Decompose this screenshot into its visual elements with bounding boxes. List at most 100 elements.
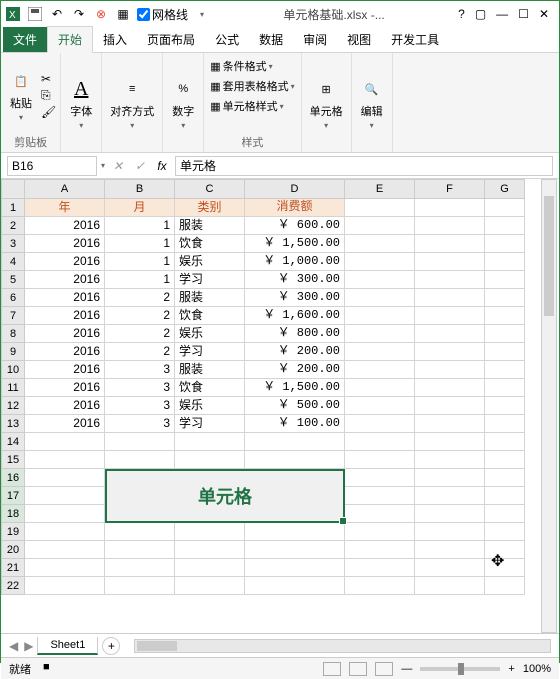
cell-A9[interactable]: 2016 [25, 343, 105, 361]
cell-G18[interactable] [485, 505, 525, 523]
cell-G12[interactable] [485, 397, 525, 415]
col-header-G[interactable]: G [485, 179, 525, 199]
row-header-17[interactable]: 17 [1, 487, 25, 505]
cut-icon[interactable]: ✂ [41, 72, 56, 86]
cell-C6[interactable]: 服装 [175, 289, 245, 307]
sheet-nav-next-icon[interactable]: ▶ [24, 639, 33, 653]
close-doc-icon[interactable]: ⊗ [93, 6, 109, 22]
cell-C19[interactable] [175, 523, 245, 541]
cell-B19[interactable] [105, 523, 175, 541]
cell-C14[interactable] [175, 433, 245, 451]
cell-A5[interactable]: 2016 [25, 271, 105, 289]
cell-E2[interactable] [345, 217, 415, 235]
cell-F22[interactable] [415, 577, 485, 595]
cell-C13[interactable]: 学习 [175, 415, 245, 433]
cell-D9[interactable]: ￥ 200.00 [245, 343, 345, 361]
cell-E12[interactable] [345, 397, 415, 415]
cell-F8[interactable] [415, 325, 485, 343]
row-header-11[interactable]: 11 [1, 379, 25, 397]
cell-G19[interactable] [485, 523, 525, 541]
cell-E7[interactable] [345, 307, 415, 325]
cell-G8[interactable] [485, 325, 525, 343]
page-break-view-icon[interactable] [375, 662, 393, 676]
cell-D6[interactable]: ￥ 300.00 [245, 289, 345, 307]
cell-A16[interactable] [25, 469, 105, 487]
row-header-16[interactable]: 16 [1, 469, 25, 487]
cell-G5[interactable] [485, 271, 525, 289]
cell-E9[interactable] [345, 343, 415, 361]
font-button[interactable]: A字体▾ [65, 75, 97, 132]
cell-E11[interactable] [345, 379, 415, 397]
row-header-3[interactable]: 3 [1, 235, 25, 253]
cell-G6[interactable] [485, 289, 525, 307]
cell-E1[interactable] [345, 199, 415, 217]
tab-pagelayout[interactable]: 页面布局 [137, 27, 205, 52]
row-header-13[interactable]: 13 [1, 415, 25, 433]
cell-F10[interactable] [415, 361, 485, 379]
close-icon[interactable]: ✕ [539, 7, 549, 21]
cell-A14[interactable] [25, 433, 105, 451]
cell-E22[interactable] [345, 577, 415, 595]
cell-E14[interactable] [345, 433, 415, 451]
normal-view-icon[interactable] [323, 662, 341, 676]
cell-F16[interactable] [415, 469, 485, 487]
hscroll-thumb[interactable] [137, 641, 177, 651]
cell-E13[interactable] [345, 415, 415, 433]
col-header-A[interactable]: A [25, 179, 105, 199]
col-header-E[interactable]: E [345, 179, 415, 199]
name-box-dropdown-icon[interactable]: ▾ [101, 161, 105, 170]
cell-C11[interactable]: 饮食 [175, 379, 245, 397]
row-header-18[interactable]: 18 [1, 505, 25, 523]
cell-B21[interactable] [105, 559, 175, 577]
cell-F21[interactable] [415, 559, 485, 577]
cell-D5[interactable]: ￥ 300.00 [245, 271, 345, 289]
cell-A11[interactable]: 2016 [25, 379, 105, 397]
cell-A3[interactable]: 2016 [25, 235, 105, 253]
cell-E4[interactable] [345, 253, 415, 271]
cell-G22[interactable] [485, 577, 525, 595]
cell-B4[interactable]: 1 [105, 253, 175, 271]
cell-F12[interactable] [415, 397, 485, 415]
col-header-F[interactable]: F [415, 179, 485, 199]
cell-A18[interactable] [25, 505, 105, 523]
cell-G1[interactable] [485, 199, 525, 217]
cell-A10[interactable]: 2016 [25, 361, 105, 379]
conditional-format-button[interactable]: ▦条件格式 ▾ [208, 57, 274, 75]
tab-file[interactable]: 文件 [3, 27, 47, 52]
grid[interactable]: ABCDEFG 年月类别消费额20161服装￥ 600.0020161饮食￥ 1… [25, 179, 559, 633]
cell-E20[interactable] [345, 541, 415, 559]
cell-B6[interactable]: 2 [105, 289, 175, 307]
cell-G2[interactable] [485, 217, 525, 235]
cell-G13[interactable] [485, 415, 525, 433]
row-header-7[interactable]: 7 [1, 307, 25, 325]
cell-B10[interactable]: 3 [105, 361, 175, 379]
cell-D22[interactable] [245, 577, 345, 595]
enter-formula-icon[interactable]: ✓ [131, 157, 149, 175]
sheet-nav-prev-icon[interactable]: ◀ [9, 639, 18, 653]
row-header-22[interactable]: 22 [1, 577, 25, 595]
cell-G11[interactable] [485, 379, 525, 397]
cell-A8[interactable]: 2016 [25, 325, 105, 343]
name-box[interactable] [7, 156, 97, 176]
cell-F17[interactable] [415, 487, 485, 505]
merged-cell[interactable]: 单元格 [105, 469, 345, 523]
cell-D13[interactable]: ￥ 100.00 [245, 415, 345, 433]
cell-D15[interactable] [245, 451, 345, 469]
redo-icon[interactable]: ↷ [71, 6, 87, 22]
copy-icon[interactable]: ⎘ [41, 88, 56, 103]
cell-G10[interactable] [485, 361, 525, 379]
cell-C20[interactable] [175, 541, 245, 559]
cell-F5[interactable] [415, 271, 485, 289]
cell-C8[interactable]: 娱乐 [175, 325, 245, 343]
cell-B20[interactable] [105, 541, 175, 559]
cell-B1[interactable]: 月 [105, 199, 175, 217]
cell-E17[interactable] [345, 487, 415, 505]
editing-button[interactable]: 🔍编辑▾ [356, 75, 388, 132]
cell-C12[interactable]: 娱乐 [175, 397, 245, 415]
cell-G3[interactable] [485, 235, 525, 253]
cell-B2[interactable]: 1 [105, 217, 175, 235]
page-layout-view-icon[interactable] [349, 662, 367, 676]
cell-F4[interactable] [415, 253, 485, 271]
cell-F7[interactable] [415, 307, 485, 325]
maximize-icon[interactable]: ☐ [518, 7, 529, 21]
